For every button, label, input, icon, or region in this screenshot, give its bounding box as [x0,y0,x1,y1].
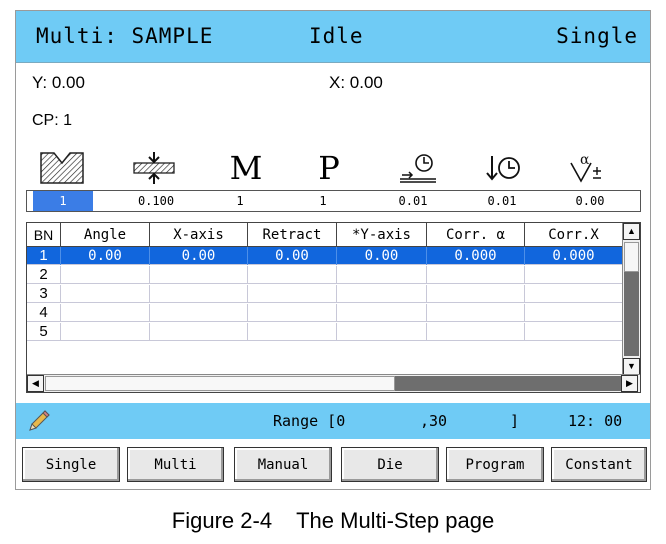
hold-time-value[interactable]: 0.01 [469,191,535,211]
col-corr-alpha: Corr. α [427,223,525,247]
manual-button[interactable]: Manual [234,447,332,482]
scroll-right-arrow-icon[interactable]: ▶ [621,375,638,392]
col-retract: Retract [248,223,337,247]
constant-button[interactable]: Constant [551,447,647,482]
angle-correction-icon: α [558,148,618,188]
crowning-value[interactable]: 0.100 [115,191,197,211]
m-icon: M [229,149,263,187]
program-button[interactable]: Program [446,447,544,482]
cp-readout: CP: 1 [32,112,73,129]
multi-step-screen: Multi: SAMPLE Idle Single Y: 0.00 X: 0.0… [15,10,651,490]
range-max: ,30 [420,412,448,430]
pencil-icon[interactable] [26,409,52,437]
dwell-time-icon [387,148,447,188]
x-axis-readout: X: 0.00 [329,73,383,92]
range-close: ] [510,412,520,430]
die-value[interactable]: 1 [33,191,93,211]
table-row[interactable]: 5 [27,323,623,341]
cell-corr-x[interactable]: 0.000 [525,247,623,265]
die-icon [32,148,92,188]
machine-status: Idle [309,24,364,48]
col-corr-x: Corr.X [525,223,623,247]
horizontal-scrollbar[interactable]: ◀ ▶ [27,374,640,392]
range-label: Range [0 [273,412,346,430]
dwell-time-value[interactable]: 0.01 [378,191,448,211]
svg-text:α: α [580,152,590,168]
crowning-icon [124,148,184,188]
angle-correction-value[interactable]: 0.00 [557,191,623,211]
die-button[interactable]: Die [341,447,439,482]
scroll-left-arrow-icon[interactable]: ◀ [27,375,44,392]
row-number: 4 [27,304,61,322]
row-number: 3 [27,285,61,303]
step-table: BN Angle X-axis Retract *Y-axis Corr. α … [26,222,641,393]
col-bn: BN [27,223,61,247]
horizontal-scroll-thumb[interactable] [45,376,395,391]
p-icon: P [318,149,340,187]
table-row[interactable]: 3 [27,285,623,303]
row-number: 5 [27,323,61,341]
table-row[interactable]: 1 0.00 0.00 0.00 0.00 0.000 0.000 [27,247,623,265]
clock: 12: 00 [568,412,623,430]
m-value[interactable]: 1 [215,191,265,211]
cell-corr-alpha[interactable]: 0.000 [427,247,525,265]
col-y-axis: *Y-axis [337,223,427,247]
scroll-down-arrow-icon[interactable]: ▼ [623,358,640,375]
scroll-up-arrow-icon[interactable]: ▲ [623,223,640,240]
cell-retract[interactable]: 0.00 [248,247,337,265]
col-x-axis: X-axis [150,223,248,247]
table-row[interactable]: 4 [27,304,623,322]
col-angle: Angle [61,223,150,247]
cell-x-axis[interactable]: 0.00 [150,247,248,265]
figure-caption: Figure 2-4 The Multi-Step page [171,508,495,533]
vertical-scrollbar[interactable]: ▲ ▼ [622,223,640,375]
hold-time-icon [474,148,534,188]
single-button[interactable]: Single [22,447,120,482]
vertical-scroll-track[interactable] [624,272,639,356]
p-value[interactable]: 1 [298,191,348,211]
run-mode: Single [556,24,638,48]
multi-button[interactable]: Multi [127,447,224,482]
horizontal-scroll-track[interactable] [395,376,621,391]
header-bar: Multi: SAMPLE Idle Single [16,11,650,63]
table-header: BN Angle X-axis Retract *Y-axis Corr. α … [27,223,623,247]
row-number: 2 [27,266,61,284]
status-bar: Range [0 ,30 ] 12: 00 [16,403,650,439]
vertical-scroll-thumb[interactable] [624,242,639,272]
cell-y-axis[interactable]: 0.00 [337,247,427,265]
cell-angle[interactable]: 0.00 [61,247,150,265]
parameter-value-bar: 1 0.100 1 1 0.01 0.01 0.00 [26,190,641,212]
y-axis-readout: Y: 0.00 [32,73,85,92]
table-row[interactable]: 2 [27,266,623,284]
row-number: 1 [27,247,61,265]
program-title: Multi: SAMPLE [36,24,214,48]
